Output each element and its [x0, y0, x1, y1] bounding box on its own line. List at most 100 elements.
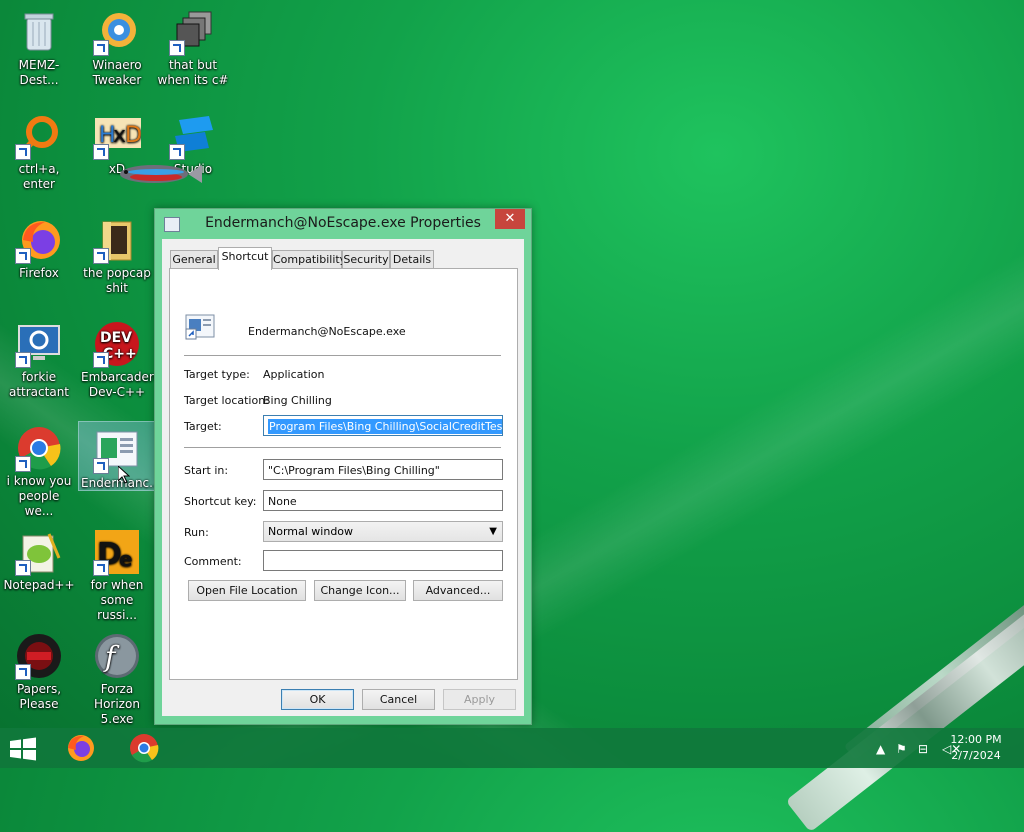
shortcut-arrow-icon	[93, 248, 109, 264]
svg-text:D: D	[125, 123, 141, 148]
recycle-bin-icon	[15, 8, 63, 56]
studio-icon	[169, 112, 217, 160]
shortcut-arrow-icon	[15, 248, 31, 264]
desktop-icon-forkie[interactable]: forkie attractant	[1, 314, 77, 400]
start-button[interactable]	[8, 737, 38, 761]
target-type-value: Application	[263, 368, 325, 381]
papers-please-icon	[15, 632, 63, 680]
start-in-label: Start in:	[184, 464, 229, 477]
tab-shortcut[interactable]: Shortcut	[218, 247, 272, 270]
taskbar-chrome[interactable]	[128, 732, 160, 764]
desktop-icon-label: Winaero Tweaker	[92, 58, 142, 87]
desktop-icon-stack[interactable]: that but when its c#	[155, 2, 231, 88]
close-button[interactable]: ✕	[495, 209, 525, 229]
clock-time: 12:00 PM	[950, 733, 1002, 746]
winaero-icon	[93, 8, 141, 56]
chrome-icon	[130, 734, 159, 763]
run-label: Run:	[184, 526, 209, 539]
desktop-icon-ctrl-a[interactable]: ctrl+a, enter	[1, 106, 77, 192]
window-app-icon	[93, 426, 141, 474]
chevron-down-icon: ▼	[489, 526, 497, 537]
desktop-icon-forza[interactable]: f Forza Horizon 5.exe	[79, 626, 155, 727]
cancel-button[interactable]: Cancel	[362, 689, 435, 710]
stack-icon	[169, 8, 217, 56]
svg-text:DEV: DEV	[100, 330, 132, 346]
apply-button[interactable]: Apply	[443, 689, 516, 710]
desktop-icon-label: Notepad++	[3, 578, 75, 592]
shortcut-arrow-icon	[93, 560, 109, 576]
advanced-button[interactable]: Advanced...	[413, 580, 503, 601]
separator	[184, 447, 501, 448]
run-select[interactable]: Normal window ▼	[263, 521, 503, 542]
action-center-flag-icon[interactable]: ⚑	[896, 742, 907, 756]
mouse-cursor	[117, 464, 131, 488]
target-input-text: Program Files\Bing Chilling\SocialCredit…	[268, 419, 502, 434]
shortcut-arrow-icon	[93, 40, 109, 56]
tab-details[interactable]: Details	[390, 250, 434, 270]
shortcut-arrow-icon	[15, 664, 31, 680]
target-type-label: Target type:	[184, 368, 250, 381]
shortcut-arrow-icon	[15, 560, 31, 576]
desktop-icon-devcpp[interactable]: DEV C++ Embarcadero Dev-C++	[79, 314, 161, 400]
desktop-icon-label: Embarcadero Dev-C++	[81, 370, 161, 399]
taskbar-clock[interactable]: 12:00 PM 2/7/2024	[946, 732, 1006, 764]
devcpp-icon: DEV C++	[93, 320, 141, 368]
desktop-icon-memz[interactable]: MEMZ-Dest...	[1, 2, 77, 88]
start-in-input[interactable]: "C:\Program Files\Bing Chilling"	[263, 459, 503, 480]
comment-input[interactable]	[263, 550, 503, 571]
svg-text:e: e	[119, 547, 133, 571]
desktop-icon-endermanch[interactable]: Endermanc...	[78, 421, 161, 491]
target-label: Target:	[184, 420, 222, 433]
desktop-icon-notepadpp[interactable]: Notepad++	[1, 522, 77, 593]
desktop-icon-winaero[interactable]: Winaero Tweaker	[79, 2, 155, 88]
show-hidden-icons-icon[interactable]: ▲	[876, 742, 885, 756]
desktop-icon-label: Endermanc...	[81, 476, 161, 490]
network-icon[interactable]: ⊟	[918, 742, 928, 756]
system-tray: ▲ ⚑ ⊟ ◁✕ 12:00 PM 2/7/2024	[844, 728, 1024, 768]
shortcut-arrow-icon	[15, 352, 31, 368]
target-input[interactable]: Program Files\Bing Chilling\SocialCredit…	[263, 415, 503, 436]
change-icon-button[interactable]: Change Icon...	[314, 580, 406, 601]
open-file-location-button[interactable]: Open File Location	[188, 580, 306, 601]
desktop-icon-de[interactable]: De for when some russi...	[79, 522, 155, 623]
firefox-icon	[68, 735, 94, 761]
tab-security[interactable]: Security	[342, 250, 390, 270]
magnifier-ring-icon	[15, 112, 63, 160]
target-location-value: Bing Chilling	[263, 394, 332, 407]
taskbar-firefox[interactable]	[64, 732, 96, 764]
clock-date: 2/7/2024	[951, 749, 1001, 762]
shortcut-arrow-icon	[93, 458, 109, 474]
target-location-label: Target location:	[184, 394, 269, 407]
desktop-icon-papers-please[interactable]: Papers, Please	[1, 626, 77, 712]
desktop-icon-label: MEMZ-Dest...	[18, 58, 60, 87]
desktop-icon-chrome[interactable]: i know you people we...	[1, 418, 77, 519]
shortcut-arrow-icon	[169, 40, 185, 56]
desktop-icon-popcap[interactable]: the popcap shit	[79, 210, 155, 296]
shortcut-key-input[interactable]: None	[263, 490, 503, 511]
ok-button[interactable]: OK	[281, 689, 354, 710]
dialog-titlebar[interactable]: Endermanch@NoEscape.exe Properties ✕	[155, 209, 531, 239]
shortcut-name: Endermanch@NoEscape.exe	[248, 325, 406, 338]
desktop-icon-firefox[interactable]: Firefox	[1, 210, 77, 281]
desktop-icon-label: i know you people we...	[6, 474, 72, 518]
folder-icon	[93, 216, 141, 264]
properties-dialog: Endermanch@NoEscape.exe Properties ✕ Gen…	[154, 208, 532, 725]
desktop-icon-label: for when some russi...	[90, 578, 144, 622]
tab-compatibility[interactable]: Compatibility	[272, 250, 346, 270]
dialog-title: Endermanch@NoEscape.exe Properties	[205, 215, 481, 231]
desktop-icon-label: Papers, Please	[16, 682, 62, 711]
separator	[184, 355, 501, 356]
shortcut-file-icon	[185, 313, 215, 340]
hxd-icon: HxD	[93, 112, 142, 160]
desktop-icon-label: Firefox	[19, 266, 59, 280]
run-select-value: Normal window	[268, 525, 354, 538]
de-icon: De	[93, 528, 141, 576]
fish-sprite	[110, 160, 202, 188]
shortcut-key-label: Shortcut key:	[184, 495, 257, 508]
shortcut-arrow-icon	[15, 144, 31, 160]
tab-general[interactable]: General	[170, 250, 218, 270]
desktop-icon-label: that but when its c#	[157, 58, 229, 87]
firefox-icon	[15, 216, 63, 264]
settings-monitor-icon	[15, 320, 63, 368]
desktop-icon-label: ctrl+a, enter	[18, 162, 60, 191]
